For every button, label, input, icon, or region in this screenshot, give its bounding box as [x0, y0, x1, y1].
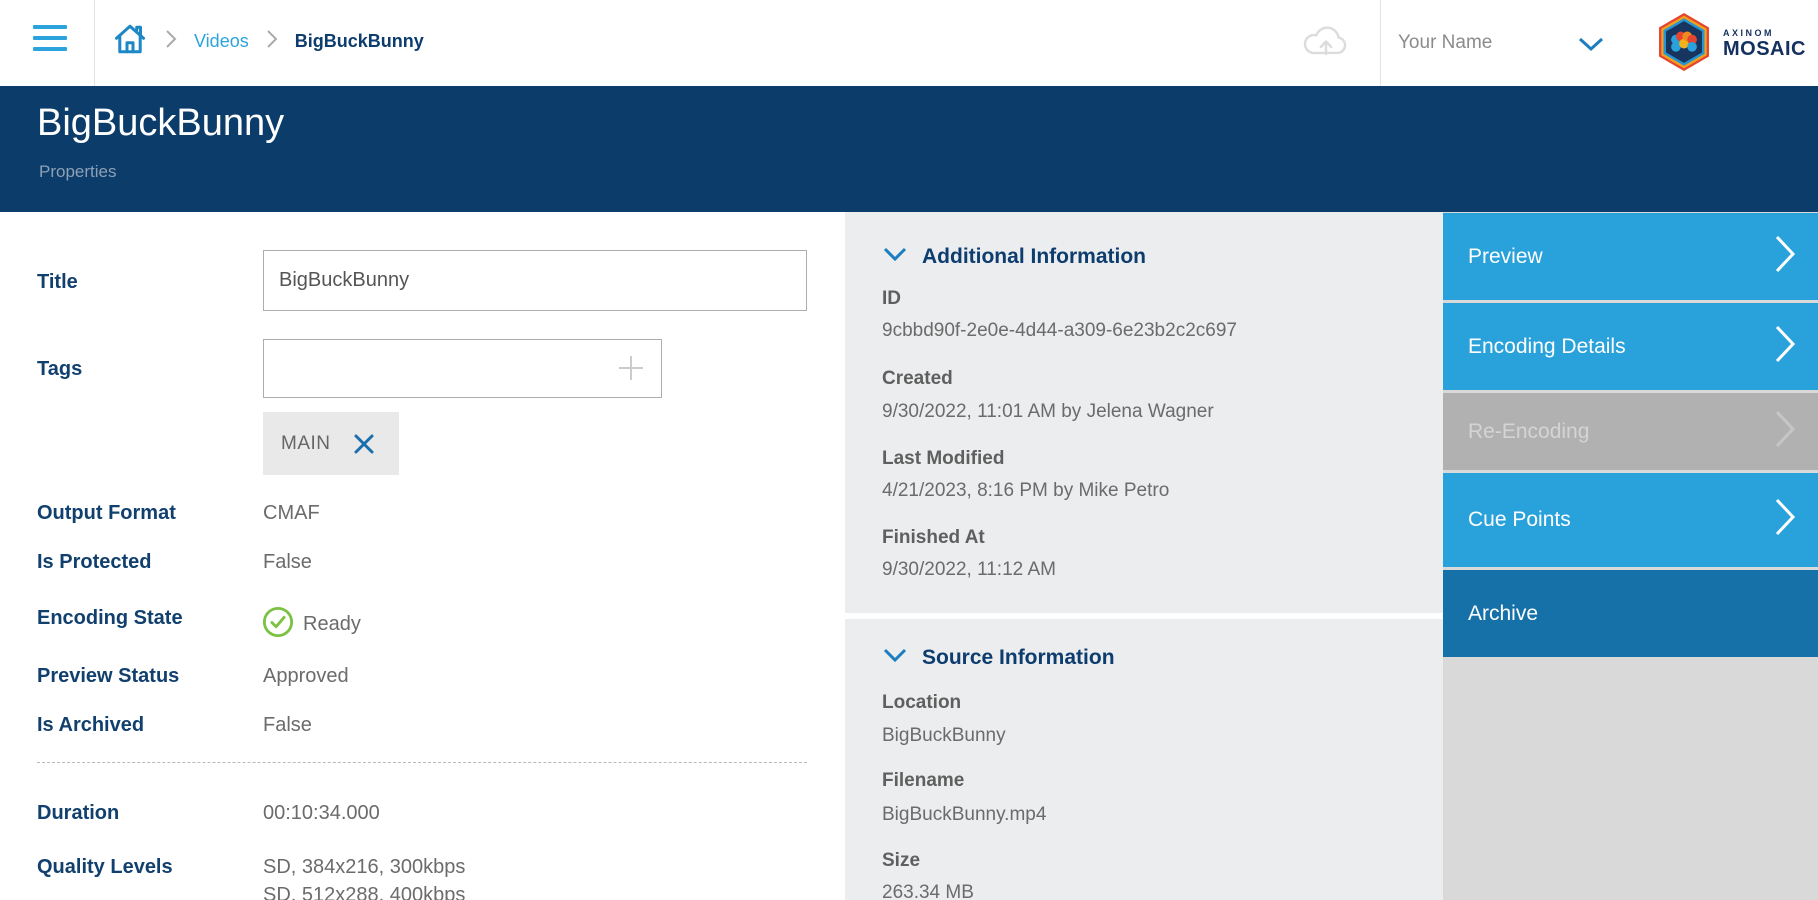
- topbar-divider: [94, 0, 95, 86]
- location-value: BigBuckBunny: [882, 725, 1006, 747]
- re-encoding-button-label: Re-Encoding: [1468, 420, 1589, 444]
- re-encoding-button: Re-Encoding: [1443, 393, 1818, 470]
- breadcrumb: Videos BigBuckBunny: [112, 21, 612, 61]
- duration-label: Duration: [37, 802, 119, 825]
- cue-points-button-label: Cue Points: [1468, 508, 1571, 532]
- is-protected-label: Is Protected: [37, 551, 151, 574]
- page-header: BigBuckBunny Properties: [0, 86, 1818, 212]
- chevron-right-icon: [1774, 324, 1796, 370]
- tags-field-label: Tags: [37, 358, 82, 381]
- form-divider: [37, 762, 807, 763]
- duration-value: 00:10:34.000: [263, 802, 380, 825]
- user-name: Your Name: [1398, 32, 1492, 54]
- title-field-label: Title: [37, 271, 78, 294]
- top-bar: Videos BigBuckBunny Your Name: [0, 0, 1818, 86]
- last-modified-value: 4/21/2023, 8:16 PM by Mike Petro: [882, 480, 1169, 502]
- home-icon[interactable]: [112, 21, 148, 62]
- page-title: BigBuckBunny: [37, 102, 284, 145]
- filename-value: BigBuckBunny.mp4: [882, 804, 1046, 826]
- chevron-right-icon: [1774, 234, 1796, 280]
- output-format-value: CMAF: [263, 502, 320, 525]
- page-subtitle: Properties: [39, 162, 116, 182]
- output-format-label: Output Format: [37, 502, 176, 525]
- quality-level-value: SD, 512x288, 400kbps: [263, 884, 465, 900]
- section-title: Source Information: [922, 646, 1115, 670]
- tag-chip-main: MAIN: [263, 412, 399, 475]
- breadcrumb-current: BigBuckBunny: [295, 31, 424, 52]
- app-window: Videos BigBuckBunny Your Name: [0, 0, 1818, 900]
- size-label: Size: [882, 850, 920, 872]
- chevron-right-icon: [1774, 497, 1796, 543]
- chevron-down-icon: [883, 247, 907, 267]
- breadcrumb-link-videos[interactable]: Videos: [194, 31, 249, 52]
- chevron-right-icon: [1774, 409, 1796, 455]
- chevron-down-icon: [1578, 37, 1604, 57]
- filename-label: Filename: [882, 770, 964, 792]
- is-archived-value: False: [263, 714, 312, 737]
- location-label: Location: [882, 692, 961, 714]
- preview-status-label: Preview Status: [37, 665, 179, 688]
- is-archived-label: Is Archived: [37, 714, 144, 737]
- remove-tag-icon[interactable]: [353, 433, 375, 455]
- id-value: 9cbbd90f-2e0e-4d44-a309-6e23b2c2c697: [882, 320, 1237, 342]
- tags-input[interactable]: [263, 339, 662, 398]
- id-label: ID: [882, 288, 901, 310]
- topbar-divider: [1380, 0, 1381, 86]
- breadcrumb-separator-icon: [164, 29, 178, 54]
- preview-button-label: Preview: [1468, 245, 1543, 269]
- title-input[interactable]: [263, 250, 807, 311]
- encoding-state-value: Ready: [303, 613, 361, 636]
- upload-cloud-icon[interactable]: [1300, 20, 1352, 62]
- archive-button-label: Archive: [1468, 602, 1538, 626]
- encoding-details-button-label: Encoding Details: [1468, 335, 1626, 359]
- brand-name-top: AXINOM: [1723, 28, 1806, 38]
- is-protected-value: False: [263, 551, 312, 574]
- quality-levels-label: Quality Levels: [37, 856, 173, 879]
- hamburger-menu-icon[interactable]: [33, 25, 67, 57]
- brand-name-bottom: MOSAIC: [1723, 38, 1806, 61]
- brand-logo[interactable]: AXINOM MOSAIC: [1655, 14, 1815, 74]
- breadcrumb-separator-icon: [265, 29, 279, 54]
- add-tag-icon[interactable]: [616, 353, 646, 383]
- finished-at-label: Finished At: [882, 527, 985, 549]
- cue-points-button[interactable]: Cue Points: [1443, 473, 1818, 567]
- preview-status-value: Approved: [263, 665, 349, 688]
- finished-at-value: 9/30/2022, 11:12 AM: [882, 559, 1056, 581]
- tag-chip-label: MAIN: [281, 433, 331, 455]
- section-title: Additional Information: [922, 245, 1146, 269]
- additional-information-card: Additional Information ID 9cbbd90f-2e0e-…: [845, 212, 1443, 613]
- created-label: Created: [882, 368, 953, 390]
- properties-form: Title Tags MAIN Output Format CMAF Is Pr…: [0, 212, 845, 900]
- size-value: 263.34 MB: [882, 882, 974, 900]
- source-information-header[interactable]: Source Information: [883, 646, 1115, 670]
- encoding-state-label: Encoding State: [37, 607, 183, 630]
- archive-button[interactable]: Archive: [1443, 570, 1818, 657]
- last-modified-label: Last Modified: [882, 448, 1004, 470]
- chevron-down-icon: [883, 648, 907, 668]
- additional-information-header[interactable]: Additional Information: [883, 245, 1146, 269]
- mosaic-hexagon-icon: [1655, 13, 1713, 76]
- source-information-card: Source Information Location BigBuckBunny…: [845, 619, 1443, 900]
- user-menu[interactable]: Your Name: [1398, 0, 1618, 86]
- check-circle-icon: [262, 606, 294, 643]
- encoding-details-button[interactable]: Encoding Details: [1443, 303, 1818, 390]
- preview-button[interactable]: Preview: [1443, 213, 1818, 300]
- created-value: 9/30/2022, 11:01 AM by Jelena Wagner: [882, 401, 1214, 423]
- quality-level-value: SD, 384x216, 300kbps: [263, 856, 465, 879]
